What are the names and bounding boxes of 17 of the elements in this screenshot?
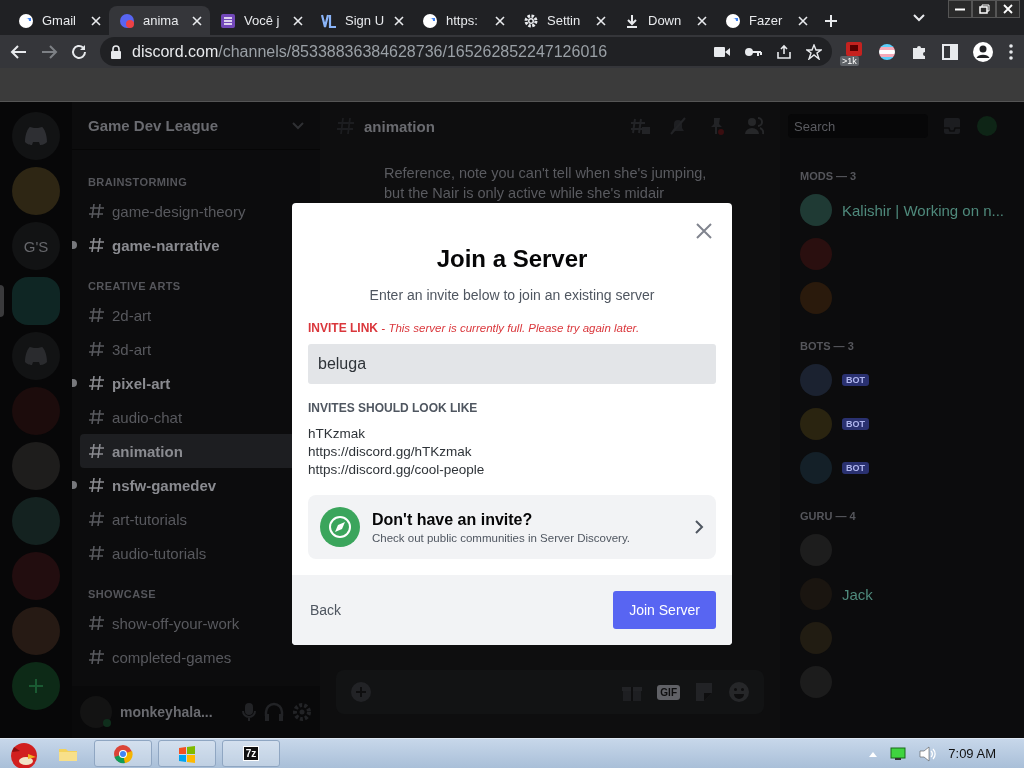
bot-tag: BOT: [842, 374, 869, 386]
message-text: Reference, note you can't tell when she's jumping, but the Nair is only active while she's midair: [384, 164, 708, 203]
extension-badge: >1k: [840, 55, 859, 66]
card-subtitle: Check out public communities in Server Discovery.: [372, 531, 631, 544]
group-label: MODS — 3: [799, 169, 858, 184]
examples-heading: INVITES SHOULD LOOK LIKE: [308, 401, 479, 415]
dialog-subtitle: Enter an invite below to join an existing server: [368, 287, 656, 303]
error-message: INVITE LINK - This server is currently full. Please try again later.: [308, 321, 641, 335]
channel-title: animation: [364, 117, 436, 135]
username: monkeyhala...: [120, 704, 214, 720]
card-title: Don't have an invite?: [372, 510, 534, 529]
group-label: BOTS — 3: [799, 339, 855, 354]
bot-tag: BOT: [842, 418, 869, 430]
group-label: GURU — 4: [799, 509, 857, 524]
dialog-title: Join a Server: [435, 245, 589, 273]
url-text: discord.com/channels/85338836384628736/165262852247126016: [132, 42, 608, 61]
bot-tag: BOT: [842, 462, 869, 474]
